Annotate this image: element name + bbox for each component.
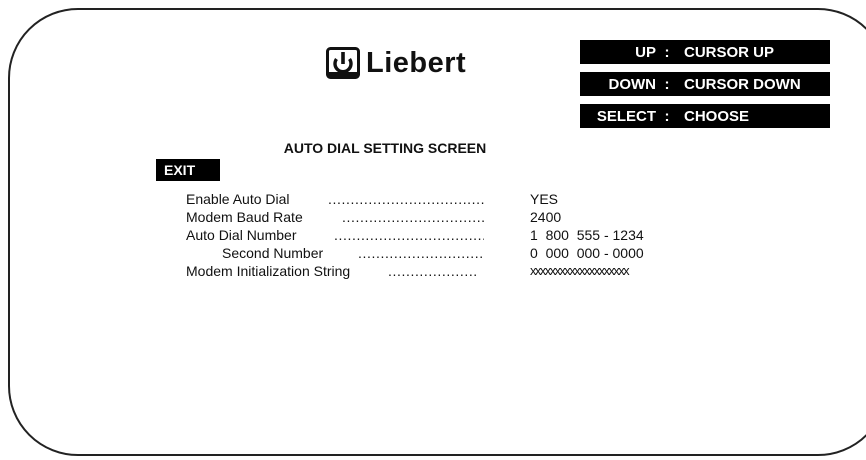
- key-name: DOWN: [608, 75, 657, 93]
- setting-dot-leader: ....................................: [328, 191, 484, 207]
- setting-value: xxxxxxxxxxxxxxxxxxxx: [530, 263, 630, 278]
- key-action: CURSOR UP: [684, 43, 775, 61]
- setting-dot-leader: ................................: [342, 209, 484, 225]
- key-legend-row-select: SELECT : CHOOSE: [580, 104, 830, 128]
- setting-row-enable-auto-dial[interactable]: Enable Auto Dial .......................…: [186, 190, 706, 208]
- setting-dot-leader: ..................................: [334, 227, 484, 243]
- key-legend-row-down: DOWN : CURSOR DOWN: [580, 72, 830, 96]
- setting-label: Enable Auto Dial: [186, 191, 290, 207]
- liebert-power-logo-icon: [326, 47, 360, 79]
- setting-value: 0 000 000 - 0000: [530, 245, 644, 261]
- setting-row-modem-initialization-string[interactable]: Modem Initialization String ............…: [186, 262, 706, 280]
- setting-value: 2400: [530, 209, 562, 225]
- screen-title: AUTO DIAL SETTING SCREEN: [283, 140, 487, 156]
- key-separator: :: [664, 43, 670, 61]
- key-legend: UP : CURSOR UP DOWN : CURSOR DOWN SELECT…: [580, 40, 830, 136]
- setting-dot-leader: ..............................: [358, 245, 484, 261]
- key-name: SELECT: [596, 107, 656, 125]
- key-separator: :: [664, 107, 670, 125]
- setting-dot-leader: ....................: [388, 263, 478, 279]
- setting-label: Auto Dial Number: [186, 227, 297, 243]
- key-action: CURSOR DOWN: [684, 75, 801, 93]
- setting-value: 1 800 555 - 1234: [530, 227, 644, 243]
- setting-value: YES: [530, 191, 559, 207]
- setting-row-modem-baud-rate[interactable]: Modem Baud Rate ........................…: [186, 208, 706, 226]
- key-legend-row-up: UP : CURSOR UP: [580, 40, 830, 64]
- exit-button[interactable]: EXIT: [156, 159, 220, 181]
- setting-label: Modem Baud Rate: [186, 209, 303, 225]
- setting-label: Second Number: [222, 245, 324, 261]
- key-separator: :: [664, 75, 670, 93]
- settings-list: Enable Auto Dial .......................…: [186, 190, 706, 280]
- brand-name: Liebert: [366, 47, 467, 79]
- brand-logo: Liebert: [326, 46, 466, 80]
- key-action: CHOOSE: [684, 107, 750, 125]
- setting-row-second-number[interactable]: Second Number ..........................…: [186, 244, 706, 262]
- key-name: UP: [635, 43, 656, 61]
- setting-label: Modem Initialization String: [186, 263, 351, 279]
- setting-row-auto-dial-number[interactable]: Auto Dial Number .......................…: [186, 226, 706, 244]
